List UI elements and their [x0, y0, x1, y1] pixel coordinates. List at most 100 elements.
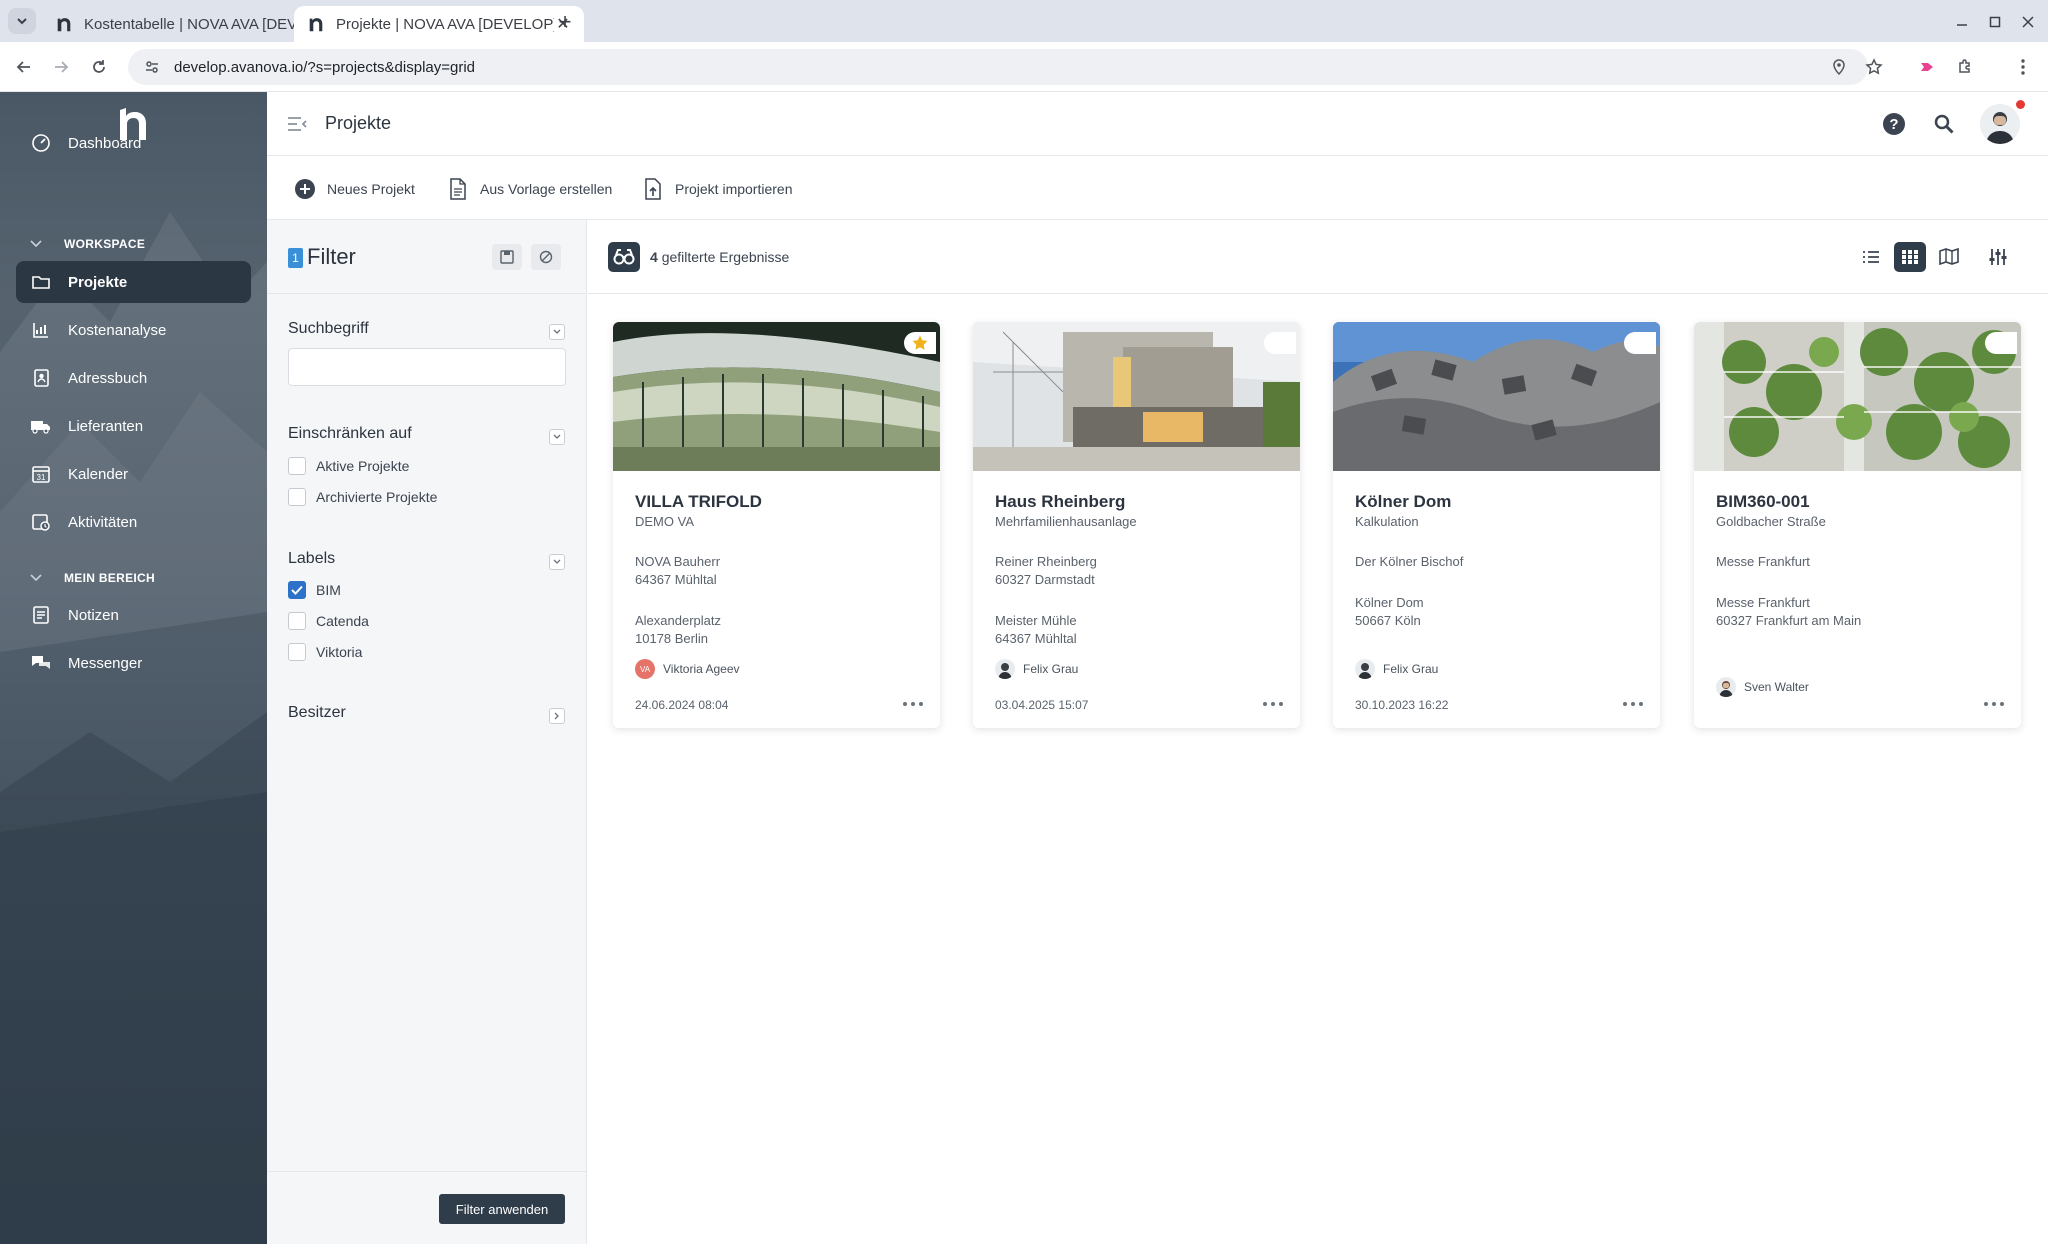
project-image [1694, 322, 2021, 471]
chevron-down-icon[interactable] [549, 324, 565, 340]
project-owner: Sven Walter [1716, 677, 1809, 697]
back-icon[interactable] [11, 54, 37, 80]
sidebar-item-adressbuch[interactable]: Adressbuch [16, 357, 251, 399]
sidebar-item-label: Messenger [68, 654, 143, 672]
notification-dot [2016, 100, 2025, 109]
tab-search-dropdown[interactable] [8, 8, 36, 34]
bookmark-star-icon[interactable] [1861, 54, 1887, 80]
menu-collapse-icon[interactable] [285, 112, 309, 136]
checkbox-box[interactable] [288, 581, 306, 599]
more-options-icon[interactable] [1984, 696, 2004, 712]
owner-avatar [995, 659, 1015, 679]
sidebar-item-lieferanten[interactable]: Lieferanten [16, 405, 251, 447]
calendar-icon: 31 [30, 463, 52, 485]
project-card[interactable]: VILLA TRIFOLD DEMO VA NOVA Bauherr 64367… [613, 322, 940, 728]
owner-name: Viktoria Ageev [663, 662, 740, 676]
favorite-toggle[interactable] [1624, 332, 1656, 354]
sidebar-item-messenger[interactable]: Messenger [16, 642, 251, 684]
map-view-button[interactable] [1933, 242, 1965, 272]
import-project-button[interactable]: Projekt importieren [641, 176, 793, 202]
checkbox-label-catenda[interactable]: Catenda [288, 611, 369, 631]
checkbox-box[interactable] [288, 457, 306, 475]
browser-tab-kostentabelle[interactable]: Kostentabelle | NOVA AVA [DEVELOP] ✕ [42, 6, 332, 42]
sidebar-item-kalender[interactable]: 31 Kalender [16, 453, 251, 495]
favorite-toggle[interactable] [1264, 332, 1296, 354]
search-icon[interactable] [1930, 110, 1958, 138]
chevron-right-icon[interactable] [549, 708, 565, 724]
list-view-button[interactable] [1855, 242, 1887, 272]
grid-view-button[interactable] [1894, 242, 1926, 272]
apply-filter-button[interactable]: Filter anwenden [439, 1194, 565, 1224]
new-tab-button[interactable]: + [552, 9, 578, 35]
checkbox-box[interactable] [288, 612, 306, 630]
grid-icon [1902, 250, 1918, 264]
chevron-down-icon[interactable] [549, 429, 565, 445]
checkbox-label-bim[interactable]: BIM [288, 580, 341, 600]
more-options-icon[interactable] [903, 696, 923, 712]
clear-filter-button[interactable] [531, 244, 561, 270]
reload-icon[interactable] [86, 54, 112, 80]
section-mein-bereich[interactable]: MEIN BEREICH [30, 568, 155, 588]
chevron-down-icon[interactable] [549, 554, 565, 570]
star-icon [912, 335, 928, 350]
owner-name: Felix Grau [1383, 662, 1439, 676]
project-title: Haus Rheinberg [995, 492, 1126, 511]
site-settings-icon[interactable] [142, 57, 162, 77]
project-site-street: Messe Frankfurt [1716, 595, 1810, 610]
maximize-icon[interactable] [1983, 10, 2007, 34]
owner-avatar: VA [635, 659, 655, 679]
checkbox-box[interactable] [288, 643, 306, 661]
view-settings-button[interactable] [1982, 242, 2014, 272]
search-term-input[interactable] [288, 348, 566, 386]
favorite-toggle[interactable] [1985, 332, 2017, 354]
browser-tab-projekte[interactable]: Projekte | NOVA AVA [DEVELOP] ✕ [294, 6, 584, 42]
search-term-label: Suchbegriff [288, 320, 369, 337]
user-avatar[interactable] [1980, 104, 2020, 144]
svg-text:?: ? [1889, 116, 1898, 133]
location-icon[interactable] [1826, 54, 1852, 80]
sliders-icon [1989, 249, 2007, 265]
sidebar-item-aktivitaeten[interactable]: Aktivitäten [16, 501, 251, 543]
new-project-button[interactable]: Neues Projekt [293, 176, 415, 202]
minimize-icon[interactable] [1950, 10, 1974, 34]
section-label: MEIN BEREICH [64, 571, 155, 585]
owner-avatar [1716, 677, 1736, 697]
forward-icon[interactable] [48, 54, 74, 80]
sidebar-item-notizen[interactable]: Notizen [16, 594, 251, 636]
plus-circle-icon [293, 177, 317, 201]
section-workspace[interactable]: WORKSPACE [30, 234, 145, 254]
browser-address-bar: develop.avanova.io/?s=projects&display=g… [0, 42, 2048, 92]
more-options-icon[interactable] [1623, 696, 1643, 712]
from-template-button[interactable]: Aus Vorlage erstellen [446, 176, 612, 202]
page-title: Projekte [325, 113, 392, 133]
favorite-toggle[interactable] [904, 332, 936, 354]
project-card[interactable]: BIM360-001 Goldbacher Straße Messe Frank… [1694, 322, 2021, 728]
project-image [613, 322, 940, 471]
project-subtitle: Mehrfamilienhausanlage [995, 514, 1137, 529]
sidebar-item-dashboard[interactable]: Dashboard [16, 122, 251, 164]
extensions-puzzle-icon[interactable] [1952, 54, 1978, 80]
window-close-icon[interactable] [2016, 10, 2040, 34]
checkbox-archived-projects[interactable]: Archivierte Projekte [288, 487, 437, 507]
project-subtitle: DEMO VA [635, 514, 694, 529]
sidebar-item-projekte[interactable]: Projekte [16, 261, 251, 303]
sidebar-item-kostenanalyse[interactable]: Kostenanalyse [16, 309, 251, 351]
url-bar[interactable]: develop.avanova.io/?s=projects&display=g… [128, 49, 1868, 85]
project-card[interactable]: Kölner Dom Kalkulation Der Kölner Bischo… [1333, 322, 1660, 728]
checkbox-box[interactable] [288, 488, 306, 506]
browser-menu-icon[interactable] [2010, 54, 2036, 80]
project-date: 03.04.2025 15:07 [995, 698, 1089, 712]
checkbox-label-viktoria[interactable]: Viktoria [288, 642, 362, 662]
extension-arrow-icon[interactable] [1914, 54, 1940, 80]
sidebar-item-label: Kostenanalyse [68, 321, 167, 339]
save-filter-button[interactable] [492, 244, 522, 270]
help-icon[interactable]: ? [1880, 110, 1908, 138]
checkbox-active-projects[interactable]: Aktive Projekte [288, 456, 409, 476]
labels-label: Labels [288, 550, 336, 567]
more-options-icon[interactable] [1263, 696, 1283, 712]
project-card[interactable]: Haus Rheinberg Mehrfamilienhausanlage Re… [973, 322, 1300, 728]
project-owner: Felix Grau [1355, 659, 1438, 679]
project-image [1333, 322, 1660, 471]
section-label: WORKSPACE [64, 237, 146, 251]
owner-avatar [1355, 659, 1375, 679]
